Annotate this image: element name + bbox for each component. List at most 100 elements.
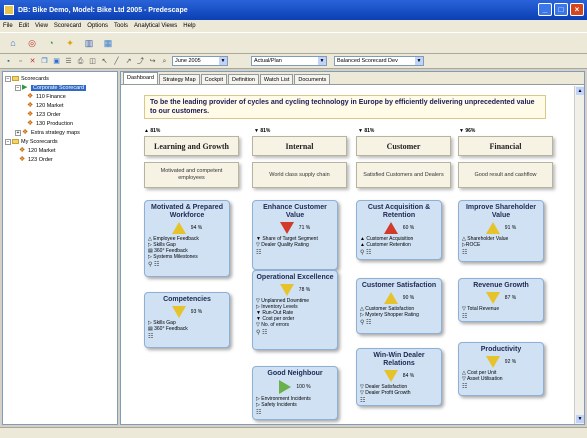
perspective-financial[interactable]: Financial — [458, 136, 553, 156]
scroll-down-icon[interactable]: ▼ — [576, 415, 584, 423]
tab-documents[interactable]: Documents — [294, 74, 331, 84]
tab-watch-list[interactable]: Watch List — [259, 74, 294, 84]
pie-chart-icon[interactable]: ◔ — [44, 36, 58, 50]
goal-customer[interactable]: Satisfied Customers and Dealers — [356, 162, 451, 188]
status-bar — [0, 427, 587, 438]
delete-icon[interactable]: ✕ — [28, 57, 37, 66]
tree-item-my-123-order[interactable]: ❖ 123 Order — [5, 155, 115, 164]
hierarchy-icon[interactable]: ☷ — [148, 333, 226, 340]
objective-good-neighbour[interactable]: Good Neighbour 100 % ▷ Environment Incid… — [252, 366, 338, 420]
tab-cockpit[interactable]: Cockpit — [200, 74, 227, 84]
scorecard-select[interactable]: Balanced Scorecard Dev ▼ — [334, 56, 424, 66]
objective-customer-satisfaction[interactable]: Customer Satisfaction 90 % △ Customer Sa… — [356, 278, 442, 334]
status-down-yellow-icon — [485, 292, 500, 304]
goal-internal[interactable]: World class supply chain — [252, 162, 347, 188]
objective-competencies[interactable]: Competencies 93 % ▷ Skills Gap ▤ 360° Fe… — [144, 292, 230, 348]
line-icon[interactable]: ╱ — [112, 57, 121, 66]
objective-revenue-growth[interactable]: Revenue Growth 87 % ▽ Total Revenue ☷ — [458, 278, 544, 322]
save-icon[interactable]: ▪ — [4, 57, 13, 66]
preview-icon[interactable]: ◫ — [88, 57, 97, 66]
hierarchy-icon[interactable]: ☷ — [462, 383, 540, 390]
target-icon[interactable]: ◎ — [25, 36, 39, 50]
collapse-icon[interactable]: − — [5, 138, 11, 145]
hierarchy-icon[interactable]: ☷ — [256, 409, 334, 416]
select-icon[interactable]: ↖ — [100, 57, 109, 66]
status-down-red-icon — [279, 222, 294, 234]
hierarchy-icon[interactable]: ⚲ ☷ — [256, 329, 334, 336]
properties-icon[interactable]: ☰ — [64, 57, 73, 66]
objective-customer-acquisition[interactable]: Cust Acquisition & Retention 60 % ▲ Cust… — [356, 200, 442, 260]
print-icon[interactable]: ⎙ — [76, 57, 85, 66]
view-select[interactable]: Actual/Plan ▼ — [251, 56, 327, 66]
objective-shareholder-value[interactable]: Improve Shareholder Value 91 % △ Shareho… — [458, 200, 544, 262]
hierarchy-icon[interactable]: ☷ — [256, 249, 334, 256]
hierarchy-icon[interactable]: ⚲ ☷ — [360, 249, 438, 256]
folder-icon — [12, 76, 19, 81]
menu-options[interactable]: Options — [87, 23, 108, 29]
edit-toolbar: ▪ ▫ ✕ ❐ ▣ ☰ ⎙ ◫ ↖ ╱ ↗ ⤴ ↪ ⌕ June 2005 ▼ … — [0, 54, 587, 69]
menu-file[interactable]: File — [3, 23, 13, 29]
status-down-yellow-icon — [279, 284, 294, 296]
scorecard-icon: ❖ — [27, 93, 34, 100]
period-select[interactable]: June 2005 ▼ — [172, 56, 228, 66]
menu-scorecard[interactable]: Scorecard — [54, 23, 81, 29]
objective-operational-excellence[interactable]: Operational Excellence 78 % ▽ Unplanned … — [252, 270, 338, 350]
paste-icon[interactable]: ▣ — [52, 57, 61, 66]
collapse-icon[interactable]: − — [15, 84, 21, 91]
new-icon[interactable]: ▫ — [16, 57, 25, 66]
goal-financial[interactable]: Good result and cashflow — [458, 162, 553, 188]
objective-productivity[interactable]: Productivity 92 % △ Cost per Unit ▽ Asse… — [458, 342, 544, 396]
mission-statement[interactable]: To be the leading provider of cycles and… — [144, 95, 546, 119]
scorecard-icon: ❖ — [22, 129, 29, 136]
hierarchy-icon[interactable]: ⚲ ☷ — [148, 261, 226, 268]
chart-icon[interactable]: ▥ — [82, 36, 96, 50]
tree-item-my-120-market[interactable]: ❖ 120 Market — [5, 146, 115, 155]
collapse-icon[interactable]: − — [5, 75, 11, 82]
connector-icon[interactable]: ⤴ — [136, 57, 145, 66]
close-button[interactable]: × — [570, 3, 584, 16]
maximize-button[interactable]: □ — [554, 3, 568, 16]
tab-strategy-map[interactable]: Strategy Map — [158, 74, 200, 84]
curve-icon[interactable]: ↪ — [148, 57, 157, 66]
hierarchy-icon[interactable]: ⌂ — [6, 36, 20, 50]
hierarchy-icon[interactable]: ☷ — [462, 313, 540, 320]
tree-item-120-market[interactable]: ❖ 120 Market — [5, 101, 115, 110]
scroll-up-icon[interactable]: ▲ — [576, 87, 584, 95]
tree-item-123-order[interactable]: ❖ 123 Order — [5, 110, 115, 119]
tab-definition[interactable]: Definition — [227, 74, 259, 84]
scorecard-icon: ❖ — [27, 120, 34, 127]
expand-icon[interactable]: + — [15, 129, 21, 136]
tree-item-scorecards[interactable]: − Scorecards — [5, 74, 115, 83]
menu-tools[interactable]: Tools — [114, 23, 128, 29]
tree-item-corporate-scorecard[interactable]: − ▶ Corporate Scorecard — [5, 83, 115, 92]
objective-enhance-customer-value[interactable]: Enhance Customer Value 71 % ▼ Share of T… — [252, 200, 338, 270]
tree-item-130-production[interactable]: ❖ 130 Production — [5, 119, 115, 128]
arrow-icon[interactable]: ↗ — [124, 57, 133, 66]
menu-edit[interactable]: Edit — [19, 23, 29, 29]
menu-help[interactable]: Help — [183, 23, 195, 29]
goal-learning[interactable]: Motivated and competent employees — [144, 162, 239, 188]
vertical-scrollbar[interactable]: ▲ ▼ — [574, 86, 584, 424]
lightbulb-icon[interactable]: ✦ — [63, 36, 77, 50]
perspective-customer[interactable]: Customer — [356, 136, 451, 156]
hierarchy-icon[interactable]: ⚲ ☷ — [360, 319, 438, 326]
tree-item-110-finance[interactable]: ❖ 110 Finance — [5, 92, 115, 101]
perspective-learning-tag: ▲ 81% — [144, 128, 161, 134]
tree-item-extra-strategy-maps[interactable]: + ❖ Extra strategy maps — [5, 128, 115, 137]
objective-motivated-workforce[interactable]: Motivated & Prepared Workforce 94 % △ Em… — [144, 200, 230, 277]
perspective-internal[interactable]: Internal — [252, 136, 347, 156]
zoom-icon[interactable]: ⌕ — [160, 57, 169, 66]
perspective-learning-growth[interactable]: Learning and Growth — [144, 136, 239, 156]
tab-dashboard[interactable]: Dashboard — [123, 72, 158, 84]
objective-win-win-dealer[interactable]: Win-Win Dealer Relations 84 % ▽ Dealer S… — [356, 348, 442, 406]
copy-icon[interactable]: ❐ — [40, 57, 49, 66]
hierarchy-icon[interactable]: ☷ — [360, 397, 438, 404]
grid-icon[interactable]: ▦ — [101, 36, 115, 50]
menu-view[interactable]: View — [35, 23, 48, 29]
hierarchy-icon[interactable]: ☷ — [462, 249, 540, 256]
minimize-button[interactable]: _ — [538, 3, 552, 16]
tree-item-my-scorecards[interactable]: − My Scorecards — [5, 137, 115, 146]
menu-analytical-views[interactable]: Analytical Views — [134, 23, 177, 29]
scorecard-icon: ❖ — [27, 102, 34, 109]
window-title-bar[interactable]: DB: Bike Demo, Model: Bike Ltd 2005 - Pr… — [0, 0, 587, 20]
